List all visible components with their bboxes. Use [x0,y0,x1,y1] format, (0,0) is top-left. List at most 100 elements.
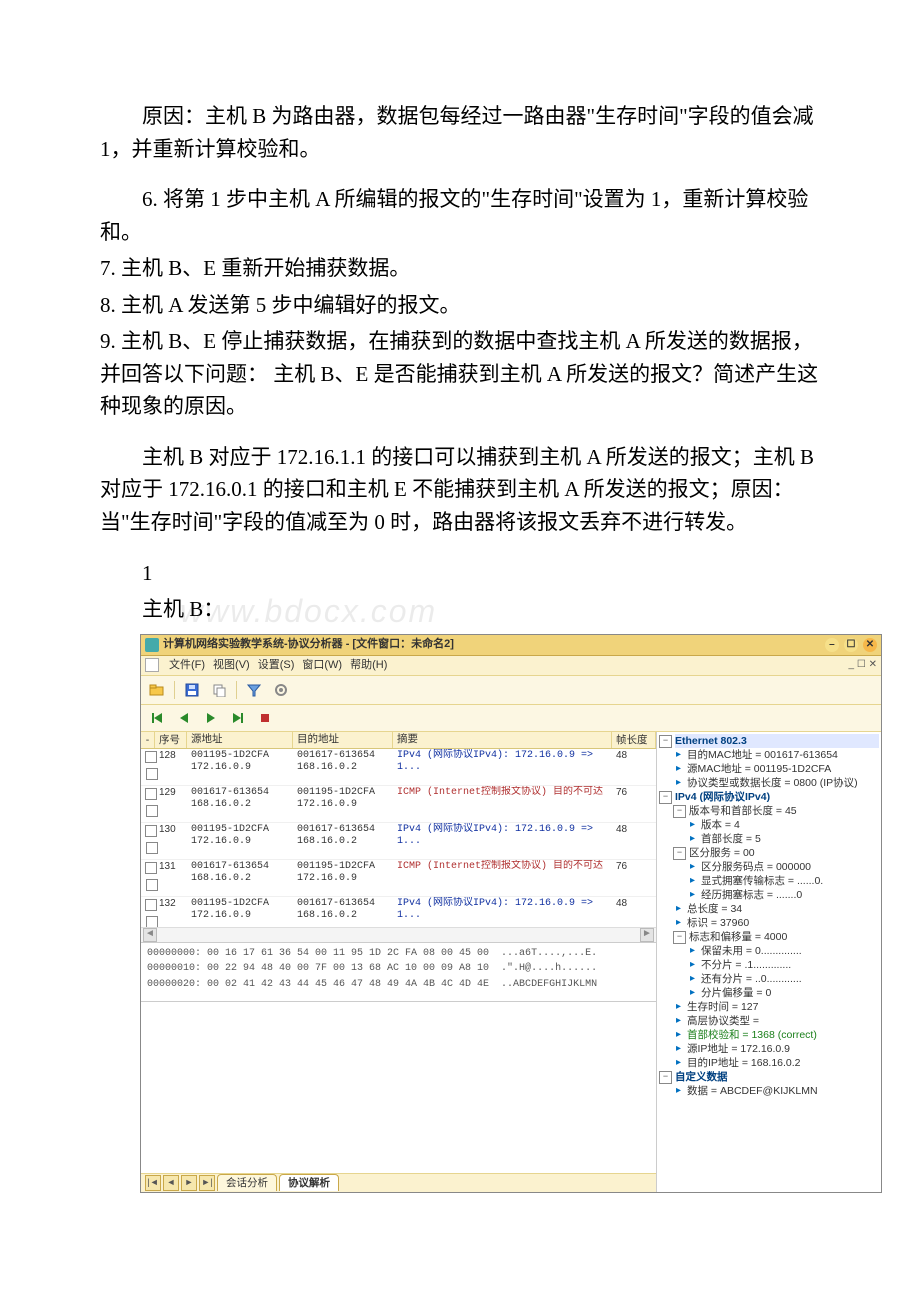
tree-ipv4[interactable]: IPv4 (网际协议IPv4) [675,790,879,804]
menu-help[interactable]: 帮助(H) [350,657,387,674]
hex-view[interactable]: 00000000: 00 16 17 61 36 54 00 11 95 1D … [141,943,656,1002]
col-seq[interactable]: 序号 [155,732,187,748]
table-row[interactable]: 131001617-613654 168.16.0.2001195-1D2CFA… [141,860,656,897]
col-summary[interactable]: 摘要 [393,732,612,748]
leaf-icon: ▸ [673,748,684,762]
row-seq: 131 [155,860,187,874]
table-row[interactable]: 128001195-1D2CFA 172.16.0.9001617-613654… [141,749,656,786]
h-scrollbar[interactable]: ◄ ► [141,927,656,942]
tree-tos[interactable]: 区分服务 = 00 [689,846,879,860]
tree-user[interactable]: 自定义数据 [675,1070,879,1084]
titlebar[interactable]: 计算机网络实验教学系统-协议分析器 - [文件窗口：未命名2] – ☐ ✕ [141,635,881,656]
blank-area [141,1002,656,1173]
tree-toggle-icon[interactable] [659,1071,672,1084]
copy-button[interactable] [207,679,231,701]
scroll-right-icon[interactable]: ► [640,928,654,942]
tree-flag-off[interactable]: 分片偏移量 = 0 [701,986,879,1000]
app-icon [145,638,159,652]
leaf-icon: ▸ [673,1014,684,1028]
row-dst: 001195-1D2CFA 172.16.0.9 [293,860,393,886]
menu-set[interactable]: 设置(S) [258,657,295,674]
leaf-icon: ▸ [673,902,684,916]
col-dst[interactable]: 目的地址 [293,732,393,748]
tabs-next-icon[interactable]: ► [181,1175,197,1191]
leaf-icon: ▸ [673,1056,684,1070]
menu-window[interactable]: 窗口(W) [302,657,342,674]
tree-toggle-icon[interactable] [673,931,686,944]
tree-dstip[interactable]: 目的IP地址 = 168.16.0.2 [687,1056,879,1070]
row-checkbox[interactable] [141,749,155,785]
tree-toggle-icon[interactable] [673,805,686,818]
tabs-prev-icon[interactable]: ◄ [163,1175,179,1191]
tab-protocol[interactable]: 协议解析 [279,1174,339,1191]
table-row[interactable]: 132001195-1D2CFA 172.16.0.9001617-613654… [141,897,656,927]
playback-toolbar [141,705,881,732]
maximize-button[interactable]: ☐ [844,638,858,652]
open-button[interactable] [145,679,169,701]
go-prev-button[interactable] [172,707,196,729]
row-seq: 130 [155,823,187,837]
tab-session[interactable]: 会话分析 [217,1174,277,1191]
row-checkbox[interactable] [141,823,155,859]
scroll-left-icon[interactable]: ◄ [143,928,157,942]
tree-toggle-icon[interactable] [673,847,686,860]
row-checkbox[interactable] [141,897,155,927]
tree-hdrlen[interactable]: 首部长度 = 5 [701,832,879,846]
leaf-icon: ▸ [673,1042,684,1056]
tree-tos2[interactable]: 显式拥塞传输标志 = ......0. [701,874,879,888]
tree-eth-src[interactable]: 源MAC地址 = 001195-1D2CFA [687,762,879,776]
host-b-label: 主机 B： [100,593,820,626]
toolbar [141,676,881,705]
tree-chksum[interactable]: 首部校验和 = 1368 (correct) [687,1028,879,1042]
tree-data[interactable]: 数据 = ABCDEF@KIJKLMN [687,1084,879,1098]
tabs-first-icon[interactable]: |◄ [145,1175,161,1191]
tree-ttl[interactable]: 生存时间 = 127 [687,1000,879,1014]
tree-flag-mf[interactable]: 还有分片 = ..0............ [701,972,879,986]
filter-button[interactable] [242,679,266,701]
tree-totlen[interactable]: 总长度 = 34 [687,902,879,916]
leaf-icon: ▸ [687,986,698,1000]
tree-version[interactable]: 版本 = 4 [701,818,879,832]
mdi-window-controls[interactable]: _ ☐ ✕ [849,657,877,673]
tree-tos3[interactable]: 经历拥塞标志 = .......0 [701,888,879,902]
row-seq: 132 [155,897,187,911]
row-len: 76 [612,786,656,800]
settings-button[interactable] [269,679,293,701]
stop-button[interactable] [253,707,277,729]
paragraph: 8. 主机 A 发送第 5 步中编辑好的报文。 [100,289,820,322]
leaf-icon: ▸ [687,818,698,832]
tree-ethernet[interactable]: Ethernet 802.3 [675,734,879,748]
tree-eth-type[interactable]: 协议类型或数据长度 = 0800 (IP协议) [687,776,879,790]
minimize-button[interactable]: – [825,638,839,652]
tree-id[interactable]: 标识 = 37960 [687,916,879,930]
leaf-icon: ▸ [673,1084,684,1098]
tree-flag-df[interactable]: 不分片 = .1............. [701,958,879,972]
col-len[interactable]: 帧长度 [612,732,656,748]
menu-file[interactable]: 文件(F) [169,657,205,674]
decode-tree[interactable]: Ethernet 802.3 ▸目的MAC地址 = 001617-613654 … [657,732,881,1192]
go-last-button[interactable] [226,707,250,729]
tree-flag-res[interactable]: 保留未用 = 0.............. [701,944,879,958]
go-next-button[interactable] [199,707,223,729]
packet-list-header: - 序号 源地址 目的地址 摘要 帧长度 [141,732,656,749]
tree-flags[interactable]: 标志和偏移量 = 4000 [689,930,879,944]
table-row[interactable]: 129001617-613654 168.16.0.2001195-1D2CFA… [141,786,656,823]
table-row[interactable]: 130001195-1D2CFA 172.16.0.9001617-613654… [141,823,656,860]
col-check[interactable]: - [141,732,155,748]
row-checkbox[interactable] [141,786,155,822]
tree-toggle-icon[interactable] [659,791,672,804]
close-button[interactable]: ✕ [863,638,877,652]
tree-proto[interactable]: 高层协议类型 = [687,1014,879,1028]
tree-srcip[interactable]: 源IP地址 = 172.16.0.9 [687,1042,879,1056]
tree-ver-hl[interactable]: 版本号和首部长度 = 45 [689,804,879,818]
save-button[interactable] [180,679,204,701]
tree-eth-dst[interactable]: 目的MAC地址 = 001617-613654 [687,748,879,762]
row-checkbox[interactable] [141,860,155,896]
go-first-button[interactable] [145,707,169,729]
tree-tos1[interactable]: 区分服务码点 = 000000 [701,860,879,874]
analyzer-window: 计算机网络实验教学系统-协议分析器 - [文件窗口：未命名2] – ☐ ✕ 文件… [140,634,882,1193]
menu-view[interactable]: 视图(V) [213,657,250,674]
tree-toggle-icon[interactable] [659,735,672,748]
tabs-last-icon[interactable]: ►| [199,1175,215,1191]
col-src[interactable]: 源地址 [187,732,293,748]
